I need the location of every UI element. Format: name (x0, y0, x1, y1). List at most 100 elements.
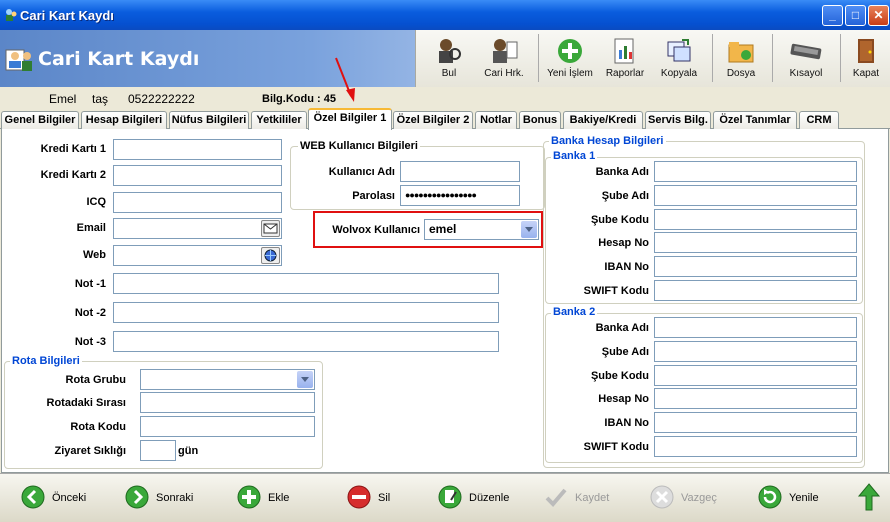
tab-nufus-bilgileri[interactable]: Nüfus Bilgileri (169, 111, 249, 129)
bank-2-swift-input[interactable] (654, 436, 857, 457)
globe-icon (264, 249, 277, 262)
copy-icon (667, 39, 691, 62)
save-button[interactable]: Kaydet (543, 484, 619, 510)
label-banka1-hesap-no: Hesap No (598, 237, 649, 249)
reports-button[interactable]: Raporlar (600, 30, 650, 87)
minimize-button[interactable]: _ (822, 5, 843, 26)
bank-1-branch-code-input[interactable] (654, 209, 857, 230)
note-3-input[interactable] (113, 331, 499, 352)
label-banka1-sube-kodu: Şube Kodu (590, 214, 649, 226)
note-1-input[interactable] (113, 273, 499, 294)
bank-1-swift-input[interactable] (654, 280, 857, 301)
password-input[interactable]: ●●●●●●●●●●●●●●●● (400, 185, 520, 206)
envelope-icon (263, 223, 278, 234)
next-button[interactable]: Sonraki (124, 484, 204, 510)
bank-1-branch-name-input[interactable] (654, 185, 857, 206)
tab-yetkililer[interactable]: Yetkililer (251, 111, 307, 129)
plus-icon (237, 485, 261, 509)
shortcut-button[interactable]: Kısayol (778, 30, 834, 87)
edit-icon (438, 485, 462, 509)
email-send-button[interactable] (261, 220, 280, 237)
label-kredi-karti-2: Kredi Kartı 2 (40, 169, 106, 181)
icq-input[interactable] (113, 192, 282, 213)
previous-button[interactable]: Önceki (20, 484, 100, 510)
window-title: Cari Kart Kaydı (20, 8, 114, 23)
title-bar[interactable]: Cari Kart Kaydı _ □ ✕ (0, 0, 890, 30)
bank-1-name-input[interactable] (654, 161, 857, 182)
label-banka2-sube-adi: Şube Adı (601, 346, 649, 358)
tab-genel-bilgiler[interactable]: Genel Bilgiler (1, 111, 79, 129)
app-icon (6, 9, 17, 21)
bank-2-branch-name-input[interactable] (654, 341, 857, 362)
chevron-down-icon[interactable] (297, 371, 313, 388)
info-code: Bilg.Kodu : 45 (262, 93, 336, 105)
edit-button[interactable]: Düzenle (437, 484, 517, 510)
bank-1-account-no-input[interactable] (654, 232, 857, 253)
new-transaction-button[interactable]: Yeni İşlem (542, 30, 598, 87)
toolbar-separator (712, 34, 713, 82)
bank-2-iban-input[interactable] (654, 412, 857, 433)
record-info-bar: Emel taş 0522222222 Bilg.Kodu : 45 (0, 87, 890, 109)
route-group-select[interactable] (140, 369, 315, 390)
label-ziyaret-sikligi: Ziyaret Sıklığı (54, 445, 126, 457)
maximize-button[interactable]: □ (845, 5, 866, 26)
tab-bonus[interactable]: Bonus (519, 111, 561, 129)
bank-2-branch-code-input[interactable] (654, 365, 857, 386)
file-button[interactable]: Dosya (718, 30, 764, 87)
tab-ozel-bilgiler-2[interactable]: Özel Bilgiler 2 (393, 111, 473, 129)
tab-hesap-bilgileri[interactable]: Hesap Bilgileri (81, 111, 167, 129)
wolvox-user-value: emel (429, 222, 457, 236)
tab-bakiye-kredi[interactable]: Bakiye/Kredi (563, 111, 643, 129)
credit-card-2-input[interactable] (113, 165, 282, 186)
label-banka1-swift: SWIFT Kodu (583, 285, 649, 297)
route-order-input[interactable] (140, 392, 315, 413)
wolvox-user-select[interactable]: emel (424, 219, 539, 240)
tab-strip: Genel Bilgiler Hesap Bilgileri Nüfus Bil… (0, 108, 890, 130)
bank-2-name-input[interactable] (654, 317, 857, 338)
label-not-2: Not -2 (74, 307, 106, 319)
label-banka1-adi: Banka Adı (595, 166, 649, 178)
visit-frequency-input[interactable] (140, 440, 176, 461)
copy-button[interactable]: Kopyala (654, 30, 704, 87)
credit-card-1-input[interactable] (113, 139, 282, 160)
chevron-down-icon[interactable] (521, 221, 537, 238)
email-input[interactable] (113, 218, 282, 239)
route-code-input[interactable] (140, 416, 315, 437)
add-button[interactable]: Ekle (236, 484, 306, 510)
label-web: Web (82, 249, 106, 261)
cancel-button[interactable]: Vazgeç (649, 484, 725, 510)
tab-ozel-tanimlar[interactable]: Özel Tanımlar (713, 111, 797, 129)
label-kredi-karti-1: Kredi Kartı 1 (40, 143, 106, 155)
account-movements-button[interactable]: Cari Hrk. (476, 30, 532, 87)
find-icon (439, 39, 461, 63)
tab-servis-bilg[interactable]: Servis Bilg. (645, 111, 711, 129)
label-email: Email (76, 222, 106, 234)
label-wolvox-kullanici: Wolvox Kullanıcı (332, 224, 420, 236)
tab-ozel-bilgiler-1[interactable]: Özel Bilgiler 1 (308, 108, 392, 130)
label-gun: gün (178, 445, 199, 457)
label-kullanici-adi: Kullanıcı Adı (328, 166, 395, 178)
label-parola: Parolası (352, 190, 395, 202)
tab-notlar[interactable]: Notlar (475, 111, 517, 129)
label-banka2-hesap-no: Hesap No (598, 393, 649, 405)
toolbar-separator (772, 34, 773, 82)
cancel-icon (650, 485, 674, 509)
scroll-top-button[interactable] (857, 482, 883, 511)
bank-accounts-title: Banka Hesap Bilgileri (549, 135, 666, 147)
arrow-left-icon (21, 485, 45, 509)
bank-1-iban-input[interactable] (654, 256, 857, 277)
note-2-input[interactable] (113, 302, 499, 323)
refresh-button[interactable]: Yenile (757, 484, 827, 510)
delete-button[interactable]: Sil (346, 484, 406, 510)
close-button[interactable]: ✕ (868, 5, 889, 26)
customer-card-icon (5, 49, 32, 71)
bank-2-account-no-input[interactable] (654, 388, 857, 409)
web-open-button[interactable] (261, 247, 280, 264)
exit-button[interactable]: Kapat (844, 30, 888, 87)
customer-phone: 0522222222 (128, 92, 195, 106)
bank-1-title: Banka 1 (551, 150, 598, 162)
username-input[interactable] (400, 161, 520, 182)
find-button[interactable]: Bul (426, 30, 472, 87)
tab-crm[interactable]: CRM (799, 111, 839, 129)
web-input[interactable] (113, 245, 282, 266)
